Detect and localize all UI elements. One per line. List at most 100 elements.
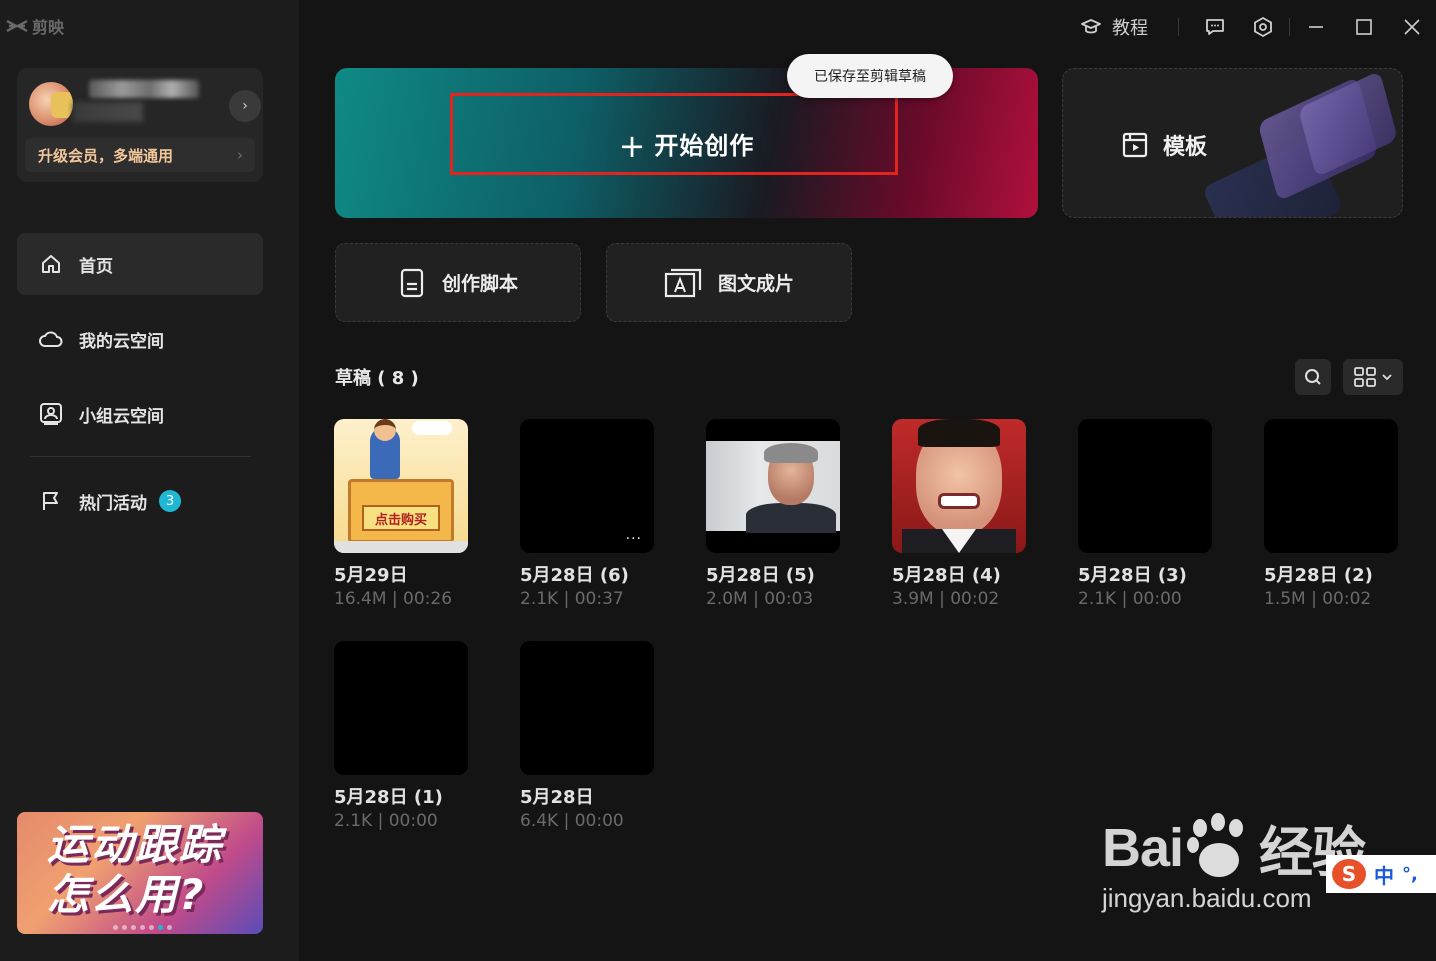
person-mouth [938,493,980,509]
text-to-video-button[interactable]: 图文成片 [606,243,852,322]
text-to-video-label: 图文成片 [717,273,794,295]
ime-punctuation[interactable]: °, [1402,864,1418,885]
more-options-icon[interactable]: ... [626,527,642,543]
sidebar-item-home[interactable]: 首页 [17,233,263,295]
highlight-annotation-box [450,93,898,175]
draft-name: 5月28日 (5) [706,565,815,586]
tutorial-label: 教程 [1112,18,1148,39]
draft-meta: 1.5M | 00:02 [1264,589,1372,609]
draft-meta: 16.4M | 00:26 [334,589,453,609]
thumbnail-floor [334,541,468,553]
draft-thumbnail[interactable]: 点击购买 [334,419,468,553]
home-icon [39,252,63,276]
sidebar-item-hot-events[interactable]: 热门活动 3 [17,470,263,532]
draft-card[interactable]: 5月28日 (4) 3.9M | 00:02 [892,419,1026,609]
upgrade-vip-button[interactable]: 升级会员，多端通用 › [25,138,255,172]
upgrade-vip-label: 升级会员，多端通用 [38,146,174,165]
template-text: 模板 [1163,135,1208,160]
message-icon [1206,19,1224,35]
notification-badge: 3 [159,490,181,512]
speech-bubble [412,421,452,435]
promo-line-1: 运动跟踪 [47,820,224,869]
draft-name: 5月28日 (3) [1078,565,1187,586]
close-icon [1404,19,1420,35]
carousel-dot[interactable] [167,925,172,930]
close-button[interactable] [1398,13,1426,41]
sidebar-item-my-cloud[interactable]: 我的云空间 [17,308,263,370]
username-blurred-secondary [73,102,143,122]
draft-name: 5月28日 (6) [520,565,629,586]
cloud-icon [39,327,63,351]
search-icon [1305,369,1321,385]
sidebar-item-label: 我的云空间 [79,331,164,352]
view-mode-dropdown[interactable] [1343,359,1403,395]
draft-card[interactable]: 5月28日 (5) 2.0M | 00:03 [706,419,840,609]
draft-thumbnail[interactable] [706,419,840,553]
draft-meta: 2.1K | 00:00 [1078,589,1182,609]
chevron-down-icon [1382,374,1392,381]
script-document-icon [400,268,424,297]
tutorial-button[interactable]: 教程 [1080,14,1148,40]
cartoon-head [374,419,396,441]
search-drafts-button[interactable] [1295,359,1331,395]
draft-card[interactable]: 5月28日 6.4K | 00:00 [520,641,654,831]
draft-thumbnail[interactable] [1264,419,1398,553]
carousel-dot[interactable] [131,925,136,930]
carousel-dot[interactable] [149,925,154,930]
carousel-dot[interactable] [140,925,145,930]
draft-thumbnail[interactable] [892,419,1026,553]
draft-card[interactable]: ... 5月28日 (6) 2.1K | 00:37 [520,419,654,609]
person-hair [918,419,1000,447]
draft-card[interactable]: 点击购买 5月29日 16.4M | 00:26 [334,419,468,609]
app-title: 剪映 [32,18,65,37]
template-button[interactable]: 模板 [1062,68,1403,218]
maximize-icon [1356,19,1372,35]
settings-button[interactable] [1249,13,1277,41]
app-window: 剪映 › 升级会员，多端通用 › 首页 我的云空间 小组云空间 热门活动 3 运… [0,0,1436,961]
script-button[interactable]: 创作脚本 [335,243,581,322]
draft-name: 5月28日 [520,787,594,808]
draft-thumbnail[interactable]: ... [520,419,654,553]
sidebar-item-label: 小组云空间 [79,406,164,427]
drafts-heading: 草稿 ( 8 ) [335,368,419,389]
baidu-paw-icon [1185,812,1255,883]
profile-card[interactable]: › 升级会员，多端通用 › [17,68,263,182]
draft-name: 5月28日 (4) [892,565,1001,586]
watermark-brand-left: Bai [1102,817,1184,878]
avatar[interactable] [29,82,73,126]
profile-expand-icon[interactable]: › [229,90,261,122]
sidebar-item-group-cloud[interactable]: 小组云空间 [17,383,263,445]
draft-card[interactable]: 5月28日 (1) 2.1K | 00:00 [334,641,468,831]
draft-meta: 3.9M | 00:02 [892,589,1000,609]
carousel-dot[interactable] [113,925,118,930]
minimize-icon [1309,26,1323,28]
saved-to-drafts-tooltip: 已保存至剪辑草稿 [787,54,953,98]
template-decoration [1298,70,1398,178]
draft-thumbnail[interactable] [334,641,468,775]
draft-thumbnail[interactable] [520,641,654,775]
carousel-dot[interactable] [122,925,127,930]
script-label: 创作脚本 [441,273,518,295]
promo-banner[interactable]: 运动跟踪 怎么用? [17,812,263,934]
graduation-cap-icon [1081,19,1101,34]
feedback-button[interactable] [1201,13,1229,41]
maximize-button[interactable] [1350,13,1378,41]
carousel-dot-active[interactable] [158,925,163,930]
draft-name: 5月29日 [334,565,408,586]
ime-mode[interactable]: 中 [1374,860,1394,889]
grid-view-icon [1354,367,1376,387]
draft-meta: 2.0M | 00:03 [706,589,814,609]
promo-line-2: 怎么用? [47,870,206,919]
sidebar: 剪映 › 升级会员，多端通用 › 首页 我的云空间 小组云空间 热门活动 3 运… [0,0,299,961]
template-label: 模板 [1121,129,1207,161]
draft-card[interactable]: 5月28日 (3) 2.1K | 00:00 [1078,419,1212,609]
chevron-right-icon: › [237,146,243,164]
draft-thumbnail[interactable] [1078,419,1212,553]
minimize-button[interactable] [1302,13,1330,41]
ime-status-bar[interactable]: S 中 °, [1326,855,1436,893]
carousel-dots[interactable] [113,925,172,930]
app-logo: 剪映 [6,14,64,38]
sogou-ime-logo-icon[interactable]: S [1332,859,1366,889]
text-to-video-icon [664,268,702,297]
draft-card[interactable]: 5月28日 (2) 1.5M | 00:02 [1264,419,1398,609]
